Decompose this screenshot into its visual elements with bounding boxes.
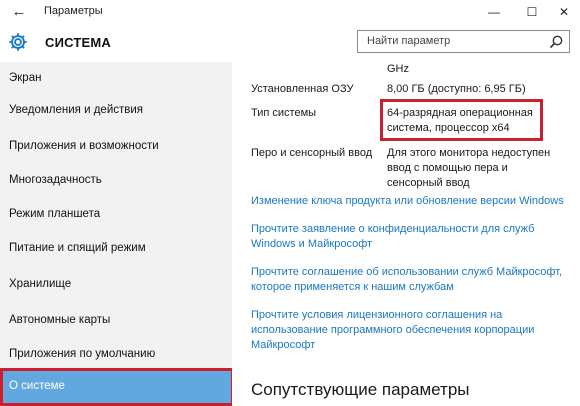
link-privacy-statement-line2[interactable]: Windows и Майкрософт bbox=[251, 237, 571, 251]
sidebar-item-notifications[interactable]: Уведомления и действия bbox=[0, 94, 232, 126]
back-arrow-icon[interactable]: ← bbox=[9, 3, 29, 21]
minimize-button[interactable]: — bbox=[475, 0, 513, 24]
related-settings-heading: Сопутствующие параметры bbox=[251, 380, 470, 399]
sidebar-item-tablet-mode[interactable]: Режим планшета bbox=[0, 198, 232, 230]
link-license-terms-line2[interactable]: использование программного обеспечения к… bbox=[251, 323, 571, 337]
sidebar-item-display[interactable]: Экран bbox=[0, 62, 232, 94]
system-type-highlight-frame bbox=[380, 99, 543, 141]
sidebar-item-apps-features[interactable]: Приложения и возможности bbox=[0, 130, 232, 162]
sidebar-item-offline-maps[interactable]: Автономные карты bbox=[0, 304, 232, 336]
gear-icon bbox=[9, 33, 27, 51]
page-title: СИСТЕМА bbox=[45, 35, 112, 50]
ram-value: 8,00 ГБ (доступно: 6,95 ГБ) bbox=[387, 83, 526, 95]
pen-touch-value-line2: ввод с помощью пера и bbox=[387, 162, 508, 174]
pen-touch-value-line1: Для этого монитора недоступен bbox=[387, 147, 551, 159]
pen-touch-value-line3: сенсорный ввод bbox=[387, 177, 470, 189]
ram-label: Установленная ОЗУ bbox=[251, 83, 354, 95]
search-placeholder: Найти параметр bbox=[367, 35, 451, 47]
link-privacy-statement-line1[interactable]: Прочтите заявление о конфиденциальности … bbox=[251, 222, 571, 236]
pen-touch-label: Перо и сенсорный ввод bbox=[251, 147, 373, 159]
link-license-terms-line1[interactable]: Прочтите условия лицензионного соглашени… bbox=[251, 308, 571, 322]
page-header: СИСТЕМА Найти параметр bbox=[0, 24, 580, 62]
main-content: GHz Установленная ОЗУ 8,00 ГБ (доступно:… bbox=[232, 62, 580, 406]
sidebar-item-multitasking[interactable]: Многозадачность bbox=[0, 164, 232, 196]
title-bar: ← Параметры — ☐ ✕ bbox=[0, 0, 580, 24]
link-services-agreement-line1[interactable]: Прочтите соглашение об использовании слу… bbox=[251, 265, 571, 279]
sidebar: Экран Уведомления и действия Приложения … bbox=[0, 62, 232, 406]
sidebar-item-default-apps[interactable]: Приложения по умолчанию bbox=[0, 338, 232, 370]
link-services-agreement-line2[interactable]: которое применяется к нашим службам bbox=[251, 280, 571, 294]
cpu-value-tail: GHz bbox=[387, 63, 409, 75]
link-change-product-key[interactable]: Изменение ключа продукта или обновление … bbox=[251, 194, 571, 208]
sidebar-item-storage[interactable]: Хранилище bbox=[0, 268, 232, 300]
selection-highlight-frame bbox=[0, 368, 234, 406]
search-icon[interactable] bbox=[548, 34, 564, 50]
system-type-label: Тип системы bbox=[251, 107, 317, 119]
window-title: Параметры bbox=[44, 5, 103, 17]
link-license-terms-line3[interactable]: Майкрософт bbox=[251, 338, 571, 352]
close-button[interactable]: ✕ bbox=[545, 0, 580, 24]
search-input[interactable]: Найти параметр bbox=[357, 30, 570, 53]
sidebar-item-power-sleep[interactable]: Питание и спящий режим bbox=[0, 232, 232, 264]
